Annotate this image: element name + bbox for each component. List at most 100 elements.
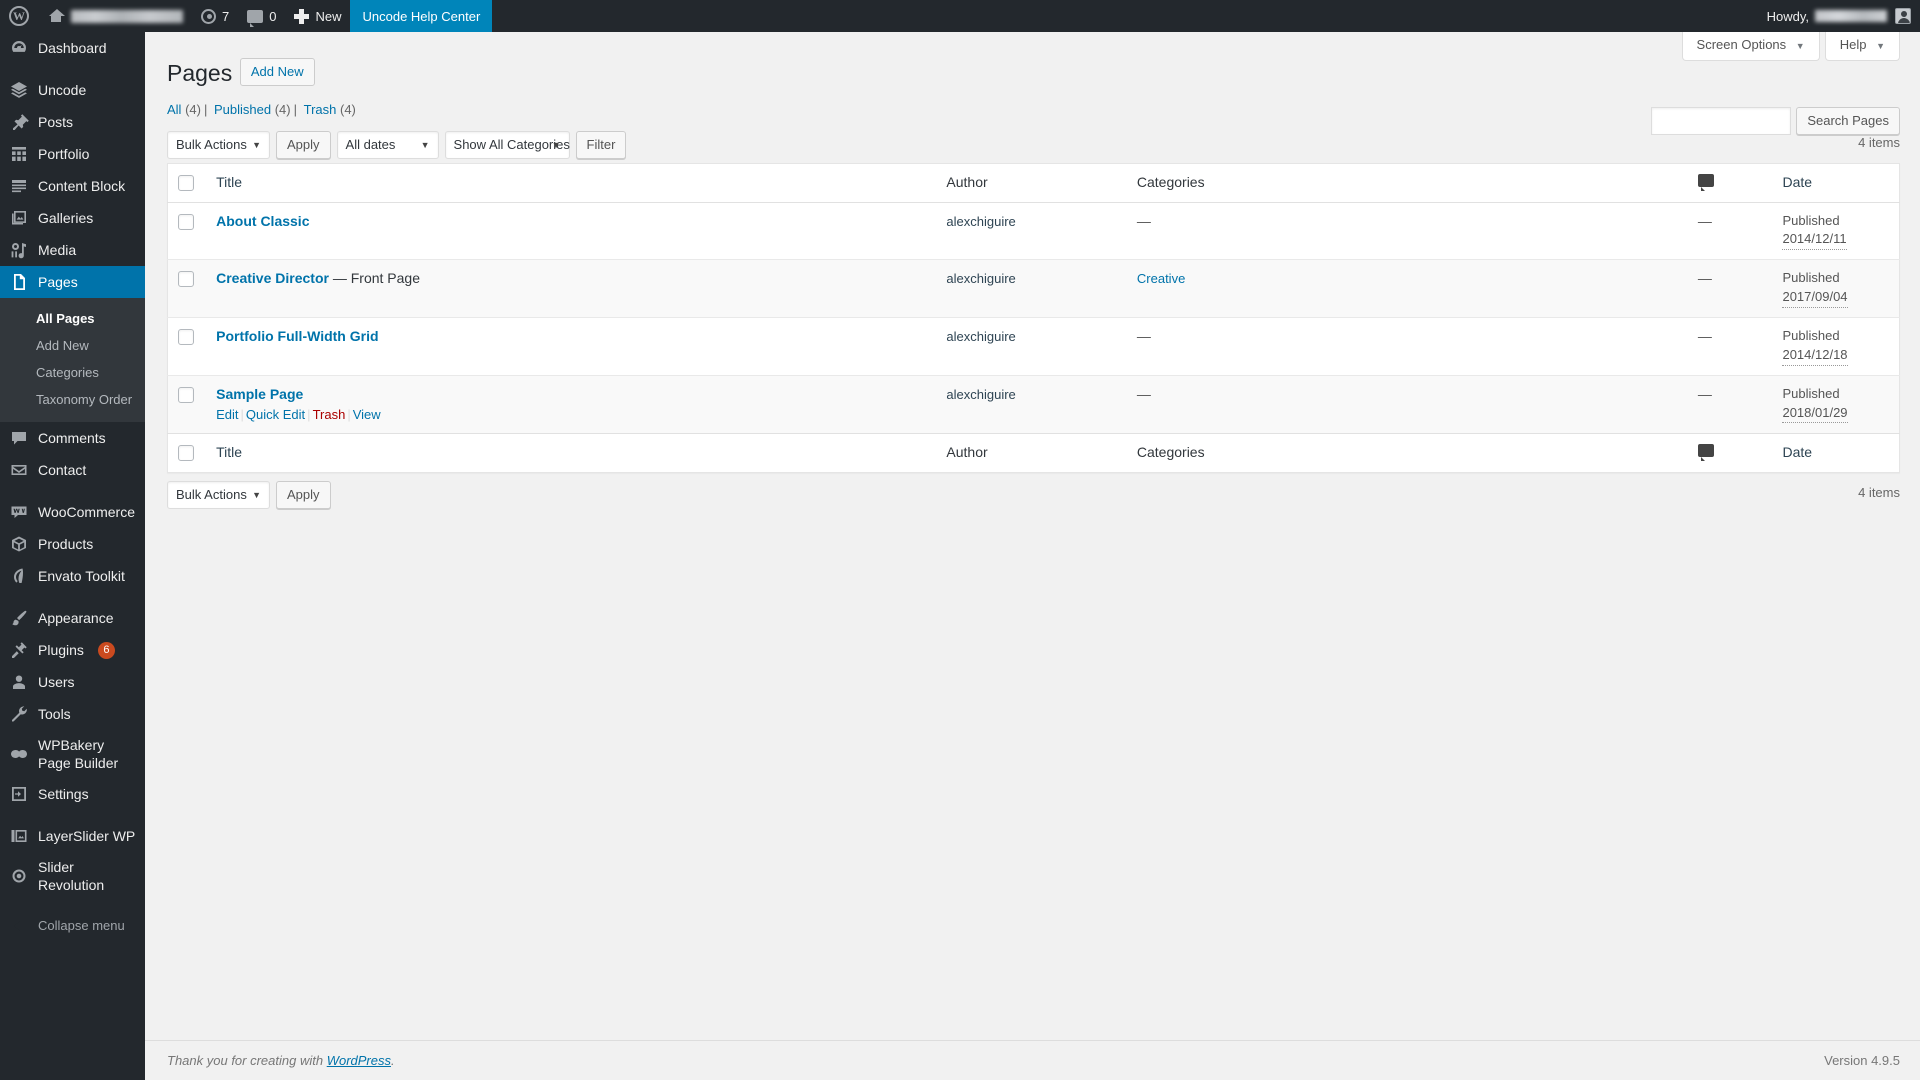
row-categories-cell: — — [1127, 202, 1688, 260]
column-header-title[interactable]: Title — [206, 163, 937, 203]
sidebar-item-label: Posts — [38, 114, 74, 130]
sidebar-item-envato-toolkit[interactable]: Envato Toolkit — [0, 560, 145, 592]
table-row[interactable]: Creative Director — Front Page alexchigu… — [167, 259, 1900, 318]
sidebar-subitem-taxonomy-order[interactable]: Taxonomy Order — [0, 386, 145, 413]
bulk-actions-select-bottom[interactable]: Bulk Actions ▼ — [167, 481, 270, 510]
sidebar-item-tools[interactable]: Tools — [0, 698, 145, 730]
sort-title-link[interactable]: Title — [216, 174, 242, 190]
sidebar-item-products[interactable]: Products — [0, 528, 145, 560]
row-checkbox[interactable] — [178, 213, 194, 230]
sort-title-link-footer[interactable]: Title — [216, 444, 242, 460]
table-body: About Classic alexchiguire — — Published… — [167, 202, 1900, 434]
filter-all-link[interactable]: All — [167, 102, 181, 117]
row-action-divider: | — [307, 407, 311, 423]
help-tab[interactable]: Help ▼ — [1824, 32, 1900, 61]
post-state-label: — Front Page — [328, 270, 420, 287]
author-link[interactable]: alexchiguire — [946, 387, 1015, 402]
row-checkbox[interactable] — [178, 386, 194, 403]
date-value: 2014/12/11 — [1782, 230, 1847, 251]
column-header-date[interactable]: Date — [1772, 163, 1900, 203]
sidebar-item-comments[interactable]: Comments — [0, 422, 145, 454]
column-footer-title[interactable]: Title — [206, 433, 937, 473]
screen-options-tab[interactable]: Screen Options ▼ — [1681, 32, 1820, 61]
filter-trash-link[interactable]: Trash — [304, 102, 337, 117]
sidebar-item-uncode[interactable]: Uncode — [0, 74, 145, 106]
filter-trash-count: (4) — [340, 102, 356, 117]
row-title-cell: About Classic — [206, 202, 936, 260]
sidebar-item-dashboard[interactable]: Dashboard — [0, 32, 145, 64]
table-row[interactable]: About Classic alexchiguire — — Published… — [168, 202, 1900, 260]
filter-published[interactable]: Published (4) — [214, 102, 291, 117]
author-link[interactable]: alexchiguire — [946, 271, 1015, 286]
footer-version: Version 4.9.5 — [1824, 1053, 1900, 1068]
sidebar-item-woocommerce[interactable]: WooCommerce — [0, 496, 145, 528]
row-action-divider: | — [347, 407, 351, 423]
row-action-view[interactable]: View — [353, 407, 381, 422]
sidebar-item-appearance[interactable]: Appearance — [0, 602, 145, 634]
sidebar-subitem-add-new[interactable]: Add New — [0, 332, 145, 359]
user-name-label — [1815, 10, 1887, 22]
bulk-actions-select-top[interactable]: Bulk Actions ▼ — [167, 131, 270, 159]
sidebar-item-pages[interactable]: Pages — [0, 266, 153, 298]
sidebar-item-content-block[interactable]: Content Block — [0, 170, 145, 202]
apply-button-top[interactable]: Apply — [276, 131, 331, 159]
column-header-comments[interactable] — [1687, 163, 1773, 203]
sidebar-item-users[interactable]: Users — [0, 666, 145, 698]
wordpress-link[interactable]: WordPress — [327, 1053, 391, 1068]
filter-published-link[interactable]: Published — [214, 102, 271, 117]
table-row[interactable]: Portfolio Full-Width Grid alexchiguire —… — [167, 317, 1900, 375]
apply-button-bottom[interactable]: Apply — [276, 481, 331, 510]
sidebar-subitem-all-pages[interactable]: All Pages — [0, 305, 145, 332]
add-new-button[interactable]: Add New — [239, 58, 315, 86]
filter-trash[interactable]: Trash (4) — [304, 102, 356, 117]
page-title-link[interactable]: About Classic — [216, 213, 309, 229]
sidebar-item-media[interactable]: Media — [0, 234, 145, 266]
wp-logo-menu[interactable] — [0, 0, 39, 32]
category-filter-select[interactable]: Show All Categories ▼ — [444, 131, 570, 159]
row-title-cell: Sample Page Edit | Quick Edit | Trash | View — [206, 375, 936, 434]
sidebar-item-plugins[interactable]: Plugins 6 — [0, 634, 145, 666]
author-link[interactable]: alexchiguire — [946, 214, 1015, 229]
sort-date-link[interactable]: Date — [1782, 174, 1812, 190]
column-footer-date[interactable]: Date — [1772, 433, 1900, 473]
row-checkbox[interactable] — [178, 271, 194, 288]
uncode-help-center-menu[interactable]: Uncode Help Center — [350, 0, 493, 32]
select-all-checkbox-bottom[interactable] — [178, 445, 194, 462]
author-link[interactable]: alexchiguire — [946, 329, 1015, 344]
row-action-trash[interactable]: Trash — [313, 407, 346, 422]
sidebar-subitem-categories[interactable]: Categories — [0, 359, 145, 386]
date-filter-select[interactable]: All dates ▼ — [336, 131, 439, 159]
comments-value: — — [1697, 212, 1712, 229]
sidebar-item-layerslider-wp[interactable]: LayerSlider WP — [0, 820, 145, 852]
table-row[interactable]: Sample Page Edit | Quick Edit | Trash | View a… — [167, 375, 1900, 434]
sidebar-item-settings[interactable]: Settings — [0, 778, 145, 810]
select-all-checkbox-top[interactable] — [178, 175, 194, 191]
sidebar-item-label: Galleries — [38, 210, 94, 226]
my-account-menu[interactable]: Howdy, — [1758, 0, 1920, 32]
row-action-edit[interactable]: Edit — [216, 407, 238, 422]
sidebar-item-wpbakery-page-builder[interactable]: WPBakery Page Builder — [0, 730, 145, 778]
row-action-quick-edit[interactable]: Quick Edit — [246, 407, 305, 422]
collapse-menu-button[interactable]: Collapse menu — [0, 910, 145, 942]
filter-button[interactable]: Filter — [575, 131, 627, 159]
sidebar-item-galleries[interactable]: Galleries — [0, 202, 145, 234]
new-content-menu[interactable]: New — [285, 0, 350, 32]
sidebar-item-portfolio[interactable]: Portfolio — [0, 138, 145, 170]
updates-menu[interactable]: 7 — [192, 0, 238, 32]
page-title-link[interactable]: Creative Director — [216, 270, 329, 286]
sidebar-item-slider-revolution[interactable]: Slider Revolution — [0, 852, 145, 900]
column-footer-author: Author — [936, 433, 1127, 473]
site-name-menu[interactable] — [39, 0, 192, 32]
row-categories-cell: — — [1127, 317, 1688, 375]
category-link[interactable]: Creative — [1137, 271, 1185, 286]
comments-menu[interactable]: 0 — [238, 0, 285, 32]
select-all-header — [167, 163, 207, 203]
sidebar-item-contact[interactable]: Contact — [0, 454, 145, 486]
row-checkbox[interactable] — [178, 328, 194, 345]
sidebar-item-posts[interactable]: Posts — [0, 106, 145, 138]
page-title-link[interactable]: Portfolio Full-Width Grid — [216, 328, 378, 344]
column-footer-comments[interactable] — [1687, 433, 1773, 473]
filter-all[interactable]: All (4) — [167, 102, 201, 117]
sort-date-link-footer[interactable]: Date — [1782, 444, 1812, 460]
page-title-link[interactable]: Sample Page — [216, 386, 303, 402]
